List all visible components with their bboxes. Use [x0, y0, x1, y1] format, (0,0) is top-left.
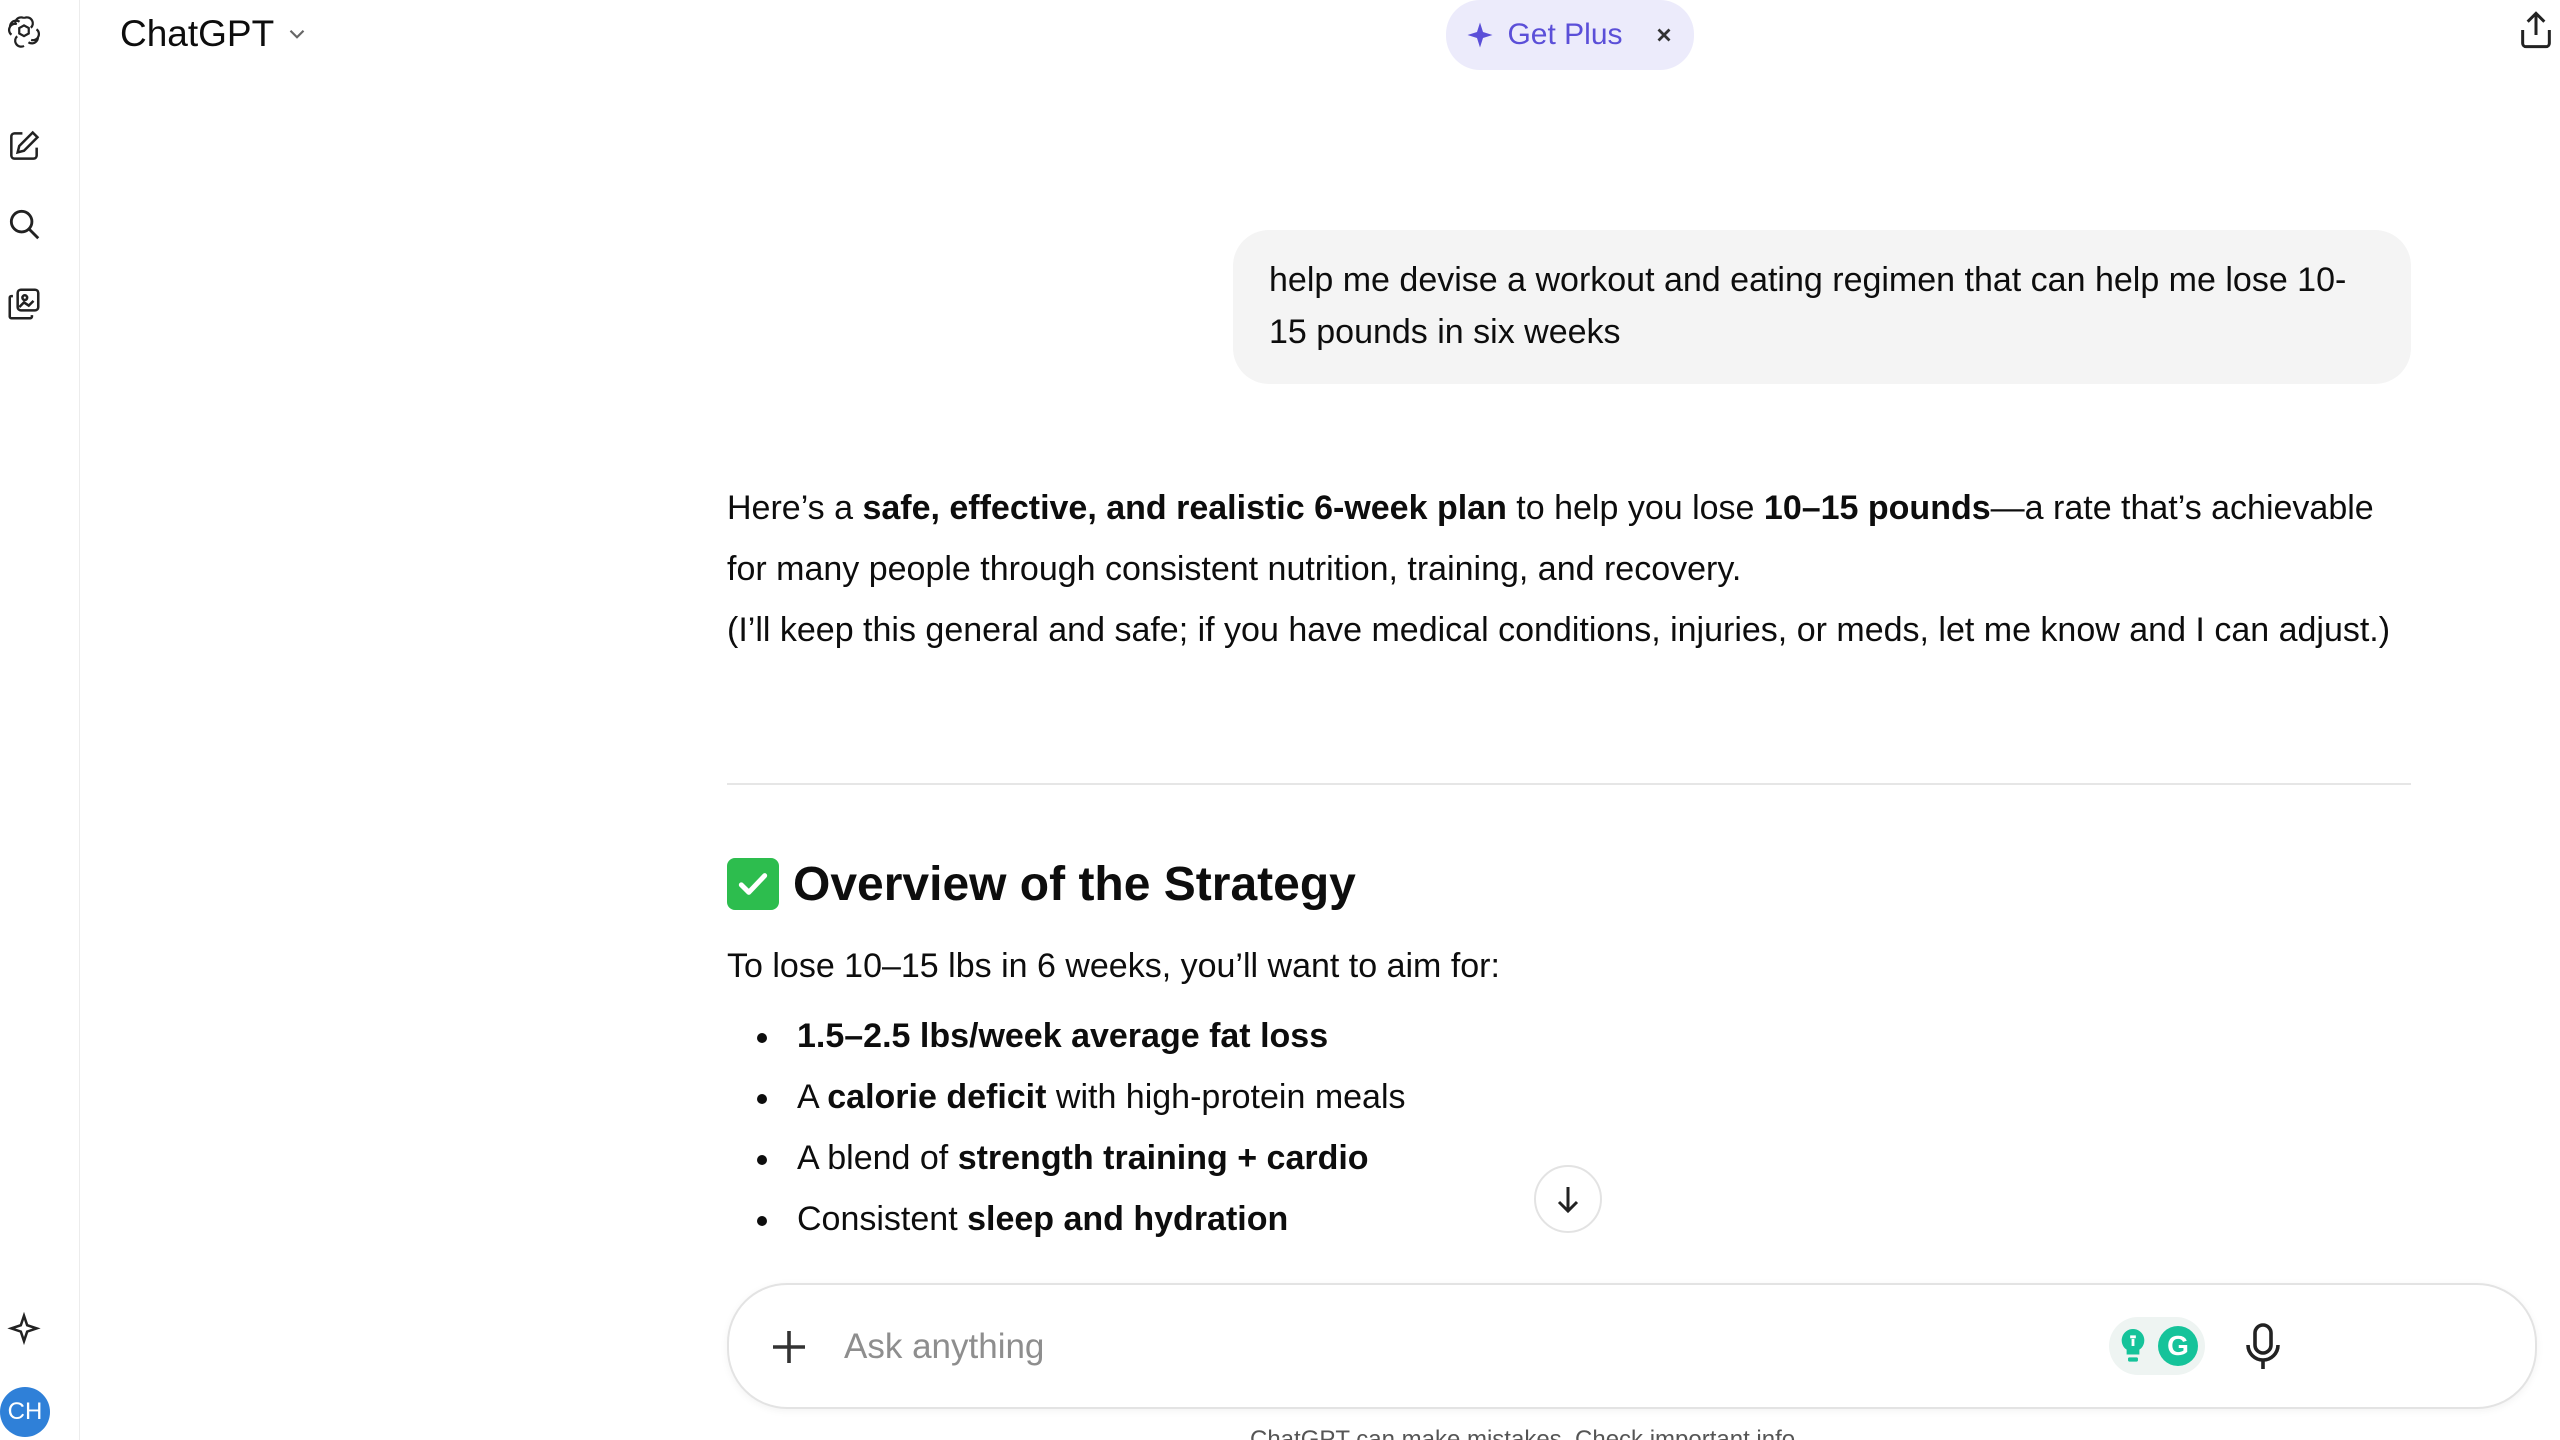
user-avatar[interactable]: CH — [0, 1387, 50, 1437]
sparkle-icon — [7, 1311, 41, 1346]
share-button[interactable] — [2516, 8, 2556, 56]
lightbulb-icon — [2121, 1329, 2145, 1362]
assistant-paragraph-1: Here’s a safe, effective, and realistic … — [727, 489, 2374, 588]
openai-logo-icon[interactable] — [0, 8, 48, 56]
close-icon[interactable] — [1653, 24, 1675, 46]
arrow-down-icon — [1557, 1187, 1579, 1214]
search-button[interactable] — [0, 200, 48, 248]
section-divider — [727, 783, 2411, 785]
attach-plus-icon[interactable] — [765, 1323, 813, 1371]
chevron-down-icon — [289, 29, 305, 39]
prompt-input[interactable] — [844, 1319, 2044, 1375]
list-item: A calorie deficit with high-protein meal… — [727, 1067, 1406, 1128]
disclaimer-note: ChatGPT can make mistakes. Check importa… — [1250, 1426, 1802, 1440]
overview-heading: Overview of the Strategy — [727, 854, 1356, 914]
microphone-icon — [2246, 1323, 2280, 1369]
explore-button[interactable] — [0, 1306, 48, 1354]
search-icon — [9, 209, 40, 240]
get-plus-pill: Get Plus — [1446, 0, 1694, 70]
model-label: ChatGPT — [120, 13, 275, 54]
scroll-to-bottom-button[interactable] — [1534, 1165, 1602, 1233]
check-mark-icon — [727, 858, 779, 910]
user-message: help me devise a workout and eating regi… — [1233, 230, 2411, 384]
assistant-paragraph-2: (I’ll keep this general and safe; if you… — [727, 611, 2391, 649]
chat-app: CH ChatGPT Get Plus help me devise a wor… — [0, 0, 2560, 1440]
list-item: 1.5–2.5 lbs/week average fat loss — [727, 1006, 1406, 1067]
assistant-message: Here’s a safe, effective, and realistic … — [727, 478, 2411, 661]
list-item: A blend of strength training + cardio — [727, 1128, 1406, 1189]
library-button[interactable] — [0, 280, 48, 328]
voice-input-button[interactable] — [2239, 1319, 2287, 1375]
library-icon — [8, 288, 40, 320]
strategy-list: 1.5–2.5 lbs/week average fat loss A calo… — [727, 1006, 1406, 1250]
new-chat-button[interactable] — [0, 122, 48, 170]
get-plus-button[interactable]: Get Plus — [1507, 18, 1622, 52]
model-selector[interactable]: ChatGPT — [120, 10, 310, 58]
sidebar-rail: CH — [0, 0, 80, 1440]
grammarly-icon: G — [2158, 1326, 2198, 1366]
overview-title: Overview of the Strategy — [793, 857, 1356, 911]
sparkle-icon — [1467, 22, 1493, 48]
list-item: Consistent sleep and hydration — [727, 1189, 1406, 1250]
overview-intro: To lose 10–15 lbs in 6 weeks, you’ll wan… — [727, 947, 1500, 985]
extension-icons[interactable]: G — [2109, 1317, 2205, 1375]
compose-icon — [10, 130, 40, 160]
composer: G — [727, 1283, 2537, 1409]
share-icon — [2521, 11, 2551, 49]
